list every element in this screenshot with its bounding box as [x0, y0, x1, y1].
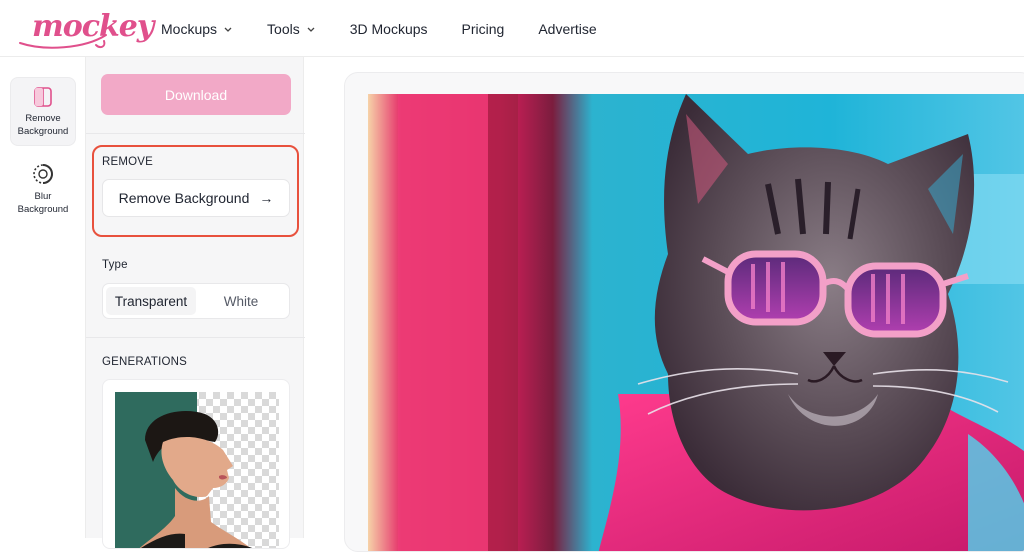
nav-3d-mockups-label: 3D Mockups — [349, 20, 428, 37]
split-square-icon — [34, 87, 52, 107]
tool-blur-label-2: Background — [17, 204, 69, 215]
tool-blur-label-1: Blur — [34, 191, 52, 202]
image-canvas — [344, 72, 1024, 552]
top-header: mockey Mockups Tools 3D Mockups Pricing … — [0, 0, 1024, 57]
tool-remove-label-2: Background — [17, 126, 69, 137]
blur-circle-icon — [33, 164, 53, 184]
chevron-down-icon — [307, 27, 315, 32]
tool-remove-background[interactable]: Remove Background — [10, 77, 76, 146]
tool-rail: Remove Background Blur Background — [0, 57, 85, 538]
generations-heading: GENERATIONS — [102, 356, 188, 368]
chevron-down-icon — [224, 27, 232, 32]
tool-remove-label-1: Remove — [25, 113, 61, 124]
nav-pricing-label: Pricing — [461, 20, 505, 37]
logo-text: mockey — [32, 9, 154, 44]
generation-card[interactable] — [102, 379, 290, 549]
tool-blur-background[interactable]: Blur Background — [10, 160, 76, 220]
type-option-transparent[interactable]: Transparent — [106, 287, 196, 315]
main-nav: Mockups Tools 3D Mockups Pricing Adverti… — [161, 0, 631, 57]
nav-advertise[interactable]: Advertise — [538, 21, 596, 37]
type-heading: Type — [102, 259, 128, 271]
arrow-right-icon: → — [259, 190, 274, 206]
remove-heading: REMOVE — [102, 156, 154, 168]
nav-pricing[interactable]: Pricing — [462, 21, 505, 37]
nav-advertise-label: Advertise — [538, 20, 597, 37]
nav-tools[interactable]: Tools — [267, 21, 316, 37]
nav-tools-label: Tools — [267, 20, 300, 37]
divider — [86, 337, 305, 338]
type-toggle: Transparent White — [102, 283, 290, 319]
generation-thumbnail — [115, 392, 279, 548]
remove-background-button[interactable]: Remove Background → — [102, 179, 290, 217]
nav-3d-mockups[interactable]: 3D Mockups — [350, 21, 428, 37]
nav-mockups[interactable]: Mockups — [161, 21, 233, 37]
nav-mockups-label: Mockups — [161, 20, 218, 37]
remove-background-label: Remove Background — [118, 190, 250, 206]
control-panel: Download REMOVE Remove Background → Type… — [85, 57, 305, 549]
download-button[interactable]: Download — [101, 74, 291, 115]
mockey-logo[interactable]: mockey — [14, 5, 154, 51]
cat-image[interactable] — [368, 94, 1024, 552]
type-option-white[interactable]: White — [196, 287, 286, 315]
divider — [86, 133, 305, 134]
